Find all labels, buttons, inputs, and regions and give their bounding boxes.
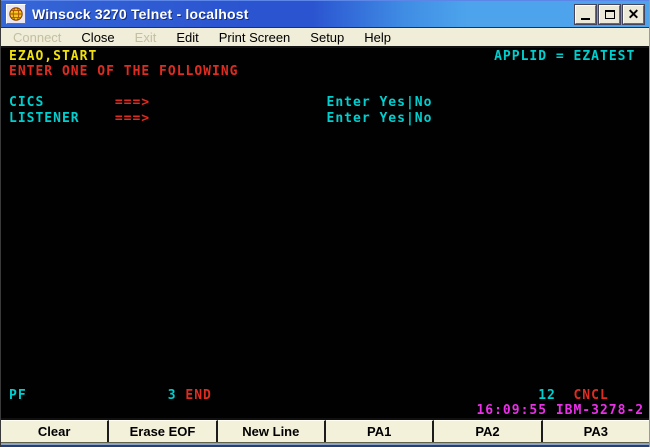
globe-icon-graphic (8, 6, 24, 22)
menu-bar: Connect Close Exit Edit Print Screen Set… (1, 28, 649, 48)
menu-item-help[interactable]: Help (354, 29, 401, 46)
menu-item-print-screen[interactable]: Print Screen (209, 29, 301, 46)
pa2-button[interactable]: PA2 (434, 420, 542, 442)
terminal-text: PF (9, 389, 27, 403)
terminal-text: Enter Yes|No (327, 96, 433, 110)
erase-eof-button[interactable]: Erase EOF (109, 420, 217, 442)
terminal-text: ===> (115, 112, 150, 126)
maximize-button[interactable] (599, 5, 620, 24)
terminal-text: ===> (115, 96, 150, 110)
menu-item-connect[interactable]: Connect (3, 29, 71, 46)
window-resize-border[interactable] (1, 442, 649, 447)
terminal-text: Enter Yes|No (327, 112, 433, 126)
minimize-icon (581, 18, 590, 20)
clear-button[interactable]: Clear (1, 420, 109, 442)
terminal-text: IBM-3278-2 (556, 404, 644, 418)
terminal-text: LISTENER (9, 112, 80, 126)
keypad-bar: Clear Erase EOF New Line PA1 PA2 PA3 (1, 418, 649, 442)
terminal-screen[interactable]: EZAO,START APPLID = EZATEST ENTER ONE OF T… (1, 48, 649, 418)
app-window: Winsock 3270 Telnet - localhost ✕ Connec… (0, 0, 650, 447)
terminal-text: 12 (538, 389, 556, 403)
terminal-text: ENTER ONE OF THE FOLLOWING (9, 65, 239, 79)
window-title: Winsock 3270 Telnet - localhost (32, 6, 572, 22)
terminal-text: CICS (9, 96, 44, 110)
terminal-text: EZAO,START (9, 50, 97, 64)
terminal-text: CNCL (573, 389, 608, 403)
pa1-button[interactable]: PA1 (326, 420, 434, 442)
new-line-button[interactable]: New Line (218, 420, 326, 442)
close-icon: ✕ (628, 7, 640, 21)
menu-item-close[interactable]: Close (71, 29, 124, 46)
minimize-button[interactable] (575, 5, 596, 24)
menu-item-setup[interactable]: Setup (300, 29, 354, 46)
terminal-text: 3 (168, 389, 177, 403)
globe-icon[interactable] (6, 4, 26, 24)
pa3-button[interactable]: PA3 (543, 420, 649, 442)
menu-item-exit[interactable]: Exit (125, 29, 167, 46)
menu-item-edit[interactable]: Edit (166, 29, 208, 46)
title-bar[interactable]: Winsock 3270 Telnet - localhost ✕ (1, 0, 649, 28)
close-button[interactable]: ✕ (623, 5, 644, 24)
terminal-text: END (185, 389, 211, 403)
terminal-text: 16:09:55 (476, 404, 547, 418)
terminal-text: APPLID = EZATEST (494, 50, 635, 64)
maximize-icon (605, 10, 615, 19)
